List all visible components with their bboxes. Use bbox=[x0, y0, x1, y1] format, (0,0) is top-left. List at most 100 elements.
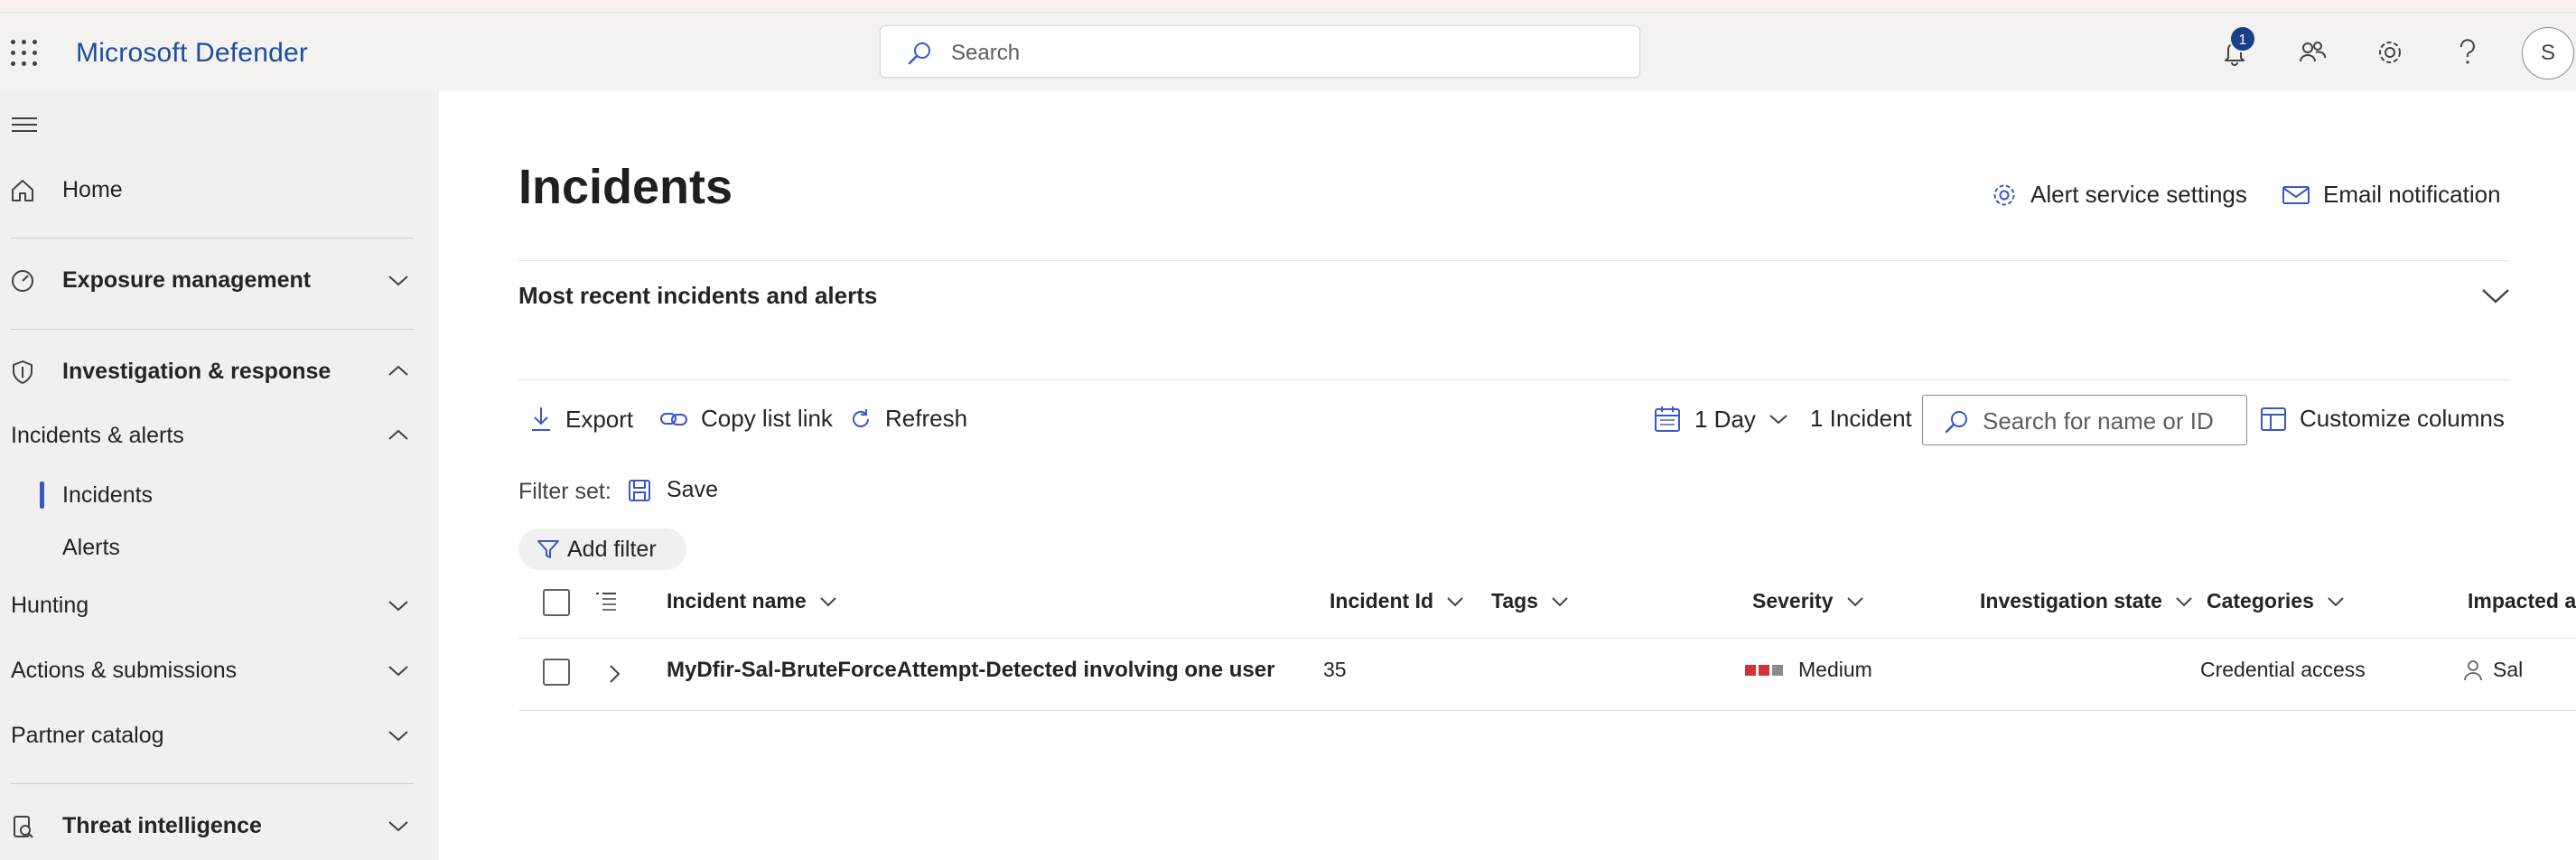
copy-list-link-label: Copy list link bbox=[701, 405, 833, 432]
chevron-up-icon bbox=[388, 429, 408, 440]
add-filter-button[interactable]: Add filter bbox=[518, 528, 686, 570]
column-header-investigation-state[interactable]: Investigation state bbox=[1980, 589, 2193, 613]
user-icon bbox=[2464, 659, 2482, 680]
top-banner-strip bbox=[0, 0, 2576, 13]
save-icon bbox=[629, 479, 650, 501]
people-icon[interactable] bbox=[2294, 34, 2330, 70]
refresh-icon bbox=[853, 408, 869, 427]
question-icon[interactable] bbox=[2450, 34, 2486, 70]
global-search-input[interactable]: Search bbox=[880, 25, 1640, 78]
gauge-icon bbox=[12, 270, 33, 292]
email-notification-button[interactable]: Email notification bbox=[2282, 181, 2501, 209]
incident-name[interactable]: MyDfir-Sal-BruteForceAttempt-Detected in… bbox=[667, 658, 1274, 683]
sidebar-item-alerts[interactable]: Alerts bbox=[0, 520, 439, 575]
chevron-down-icon bbox=[388, 821, 408, 832]
chevron-down-icon bbox=[388, 731, 408, 742]
sidebar-item-investigation-response[interactable]: Investigation & response bbox=[0, 344, 439, 398]
column-header-impacted-assets[interactable]: Impacted as bbox=[2468, 589, 2576, 613]
column-header-label: Severity bbox=[1752, 589, 1834, 612]
notification-badge: 1 bbox=[2229, 25, 2256, 52]
chevron-down-icon bbox=[1846, 596, 1863, 606]
sidebar-item-actions-submissions[interactable]: Actions & submissions bbox=[0, 643, 439, 697]
refresh-button[interactable]: Refresh bbox=[849, 405, 967, 433]
shield-icon bbox=[13, 360, 33, 384]
sidebar-item-label: Alerts bbox=[62, 534, 120, 560]
waffle-icon[interactable] bbox=[11, 40, 38, 67]
page-title: Incidents bbox=[518, 160, 733, 214]
chevron-down-icon bbox=[1447, 596, 1463, 606]
sidebar-item-label: Incidents bbox=[62, 481, 154, 508]
sidebar-item-incidents[interactable]: Incidents bbox=[0, 468, 439, 522]
sidebar-item-hunting[interactable]: Hunting bbox=[0, 578, 439, 632]
sidebar-item-exposure-management[interactable]: Exposure management bbox=[0, 253, 439, 307]
table-row-divider bbox=[518, 710, 2576, 711]
chevron-down-icon[interactable] bbox=[2480, 285, 2511, 305]
incident-categories: Credential access bbox=[2200, 658, 2366, 681]
export-label: Export bbox=[565, 405, 634, 433]
calendar-icon bbox=[1655, 407, 1680, 432]
row-checkbox[interactable] bbox=[543, 659, 570, 686]
email-notification-label: Email notification bbox=[2323, 181, 2501, 208]
sidebar-divider bbox=[11, 329, 414, 330]
copy-list-link-button[interactable]: Copy list link bbox=[659, 405, 833, 433]
severity-indicator bbox=[1745, 664, 1786, 676]
section-divider bbox=[518, 260, 2509, 261]
save-label: Save bbox=[667, 477, 718, 502]
column-header-categories[interactable]: Categories bbox=[2207, 589, 2345, 613]
sidebar-item-label: Investigation & response bbox=[62, 358, 331, 384]
list-view-icon[interactable] bbox=[594, 591, 618, 617]
incident-search-input[interactable]: Search for name or ID bbox=[1922, 395, 2247, 445]
column-header-label: Incident Id bbox=[1330, 589, 1433, 612]
chevron-down-icon bbox=[388, 276, 408, 286]
sidebar-item-incidents-alerts[interactable]: Incidents & alerts bbox=[0, 408, 439, 463]
chevron-up-icon bbox=[388, 365, 408, 376]
most-recent-section-toggle[interactable]: Most recent incidents and alerts bbox=[518, 282, 877, 310]
hamburger-icon[interactable] bbox=[11, 116, 38, 134]
chevron-down-icon bbox=[2328, 596, 2344, 606]
chevron-right-icon[interactable] bbox=[607, 663, 621, 685]
incident-id: 35 bbox=[1323, 658, 1347, 681]
select-all-checkbox[interactable] bbox=[543, 589, 570, 616]
avatar[interactable]: S bbox=[2522, 27, 2574, 79]
app-title[interactable]: Microsoft Defender bbox=[76, 38, 308, 69]
sidebar-item-label: Exposure management bbox=[62, 266, 312, 293]
save-filter-button[interactable]: Save bbox=[627, 477, 718, 503]
search-icon bbox=[908, 42, 930, 65]
chevron-down-icon bbox=[388, 601, 408, 612]
columns-icon bbox=[2261, 407, 2286, 431]
sidebar-item-home[interactable]: Home bbox=[0, 163, 439, 217]
incident-severity: Medium bbox=[1745, 658, 1872, 682]
column-header-label: Categories bbox=[2207, 589, 2314, 612]
gear-icon[interactable] bbox=[2372, 34, 2408, 70]
export-button[interactable]: Export bbox=[529, 405, 633, 434]
sidebar-item-label: Threat intelligence bbox=[62, 812, 262, 838]
incident-impacted-assets[interactable]: Sal bbox=[2462, 658, 2523, 682]
severity-label: Medium bbox=[1798, 658, 1872, 681]
home-icon bbox=[12, 180, 33, 201]
sidebar-item-label: Partner catalog bbox=[11, 722, 164, 748]
column-header-severity[interactable]: Severity bbox=[1752, 589, 1864, 613]
chevron-down-icon bbox=[2176, 596, 2192, 606]
search-icon bbox=[1945, 411, 1967, 434]
link-icon bbox=[660, 412, 687, 425]
column-header-incident-id[interactable]: Incident Id bbox=[1330, 589, 1464, 613]
chevron-down-icon bbox=[819, 596, 836, 606]
column-header-label: Investigation state bbox=[1980, 589, 2162, 612]
column-header-tags[interactable]: Tags bbox=[1491, 589, 1569, 613]
customize-columns-label: Customize columns bbox=[2300, 405, 2505, 432]
time-range-value: 1 Day bbox=[1694, 405, 1756, 433]
alert-service-settings-label: Alert service settings bbox=[2030, 181, 2247, 208]
section-divider bbox=[518, 379, 2509, 380]
sidebar-item-label: Hunting bbox=[11, 592, 89, 618]
search-placeholder: Search bbox=[951, 41, 1021, 65]
customize-columns-button[interactable]: Customize columns bbox=[2260, 405, 2505, 433]
sidebar-item-threat-intelligence[interactable]: Threat intelligence bbox=[0, 799, 439, 853]
time-range-dropdown[interactable]: 1 Day bbox=[1653, 405, 1801, 434]
sidebar-item-partner-catalog[interactable]: Partner catalog bbox=[0, 708, 439, 762]
add-filter-label: Add filter bbox=[567, 536, 657, 562]
column-header-incident-name[interactable]: Incident name bbox=[667, 589, 837, 613]
impacted-user-name: Sal bbox=[2493, 658, 2524, 681]
column-header-label: Impacted as bbox=[2468, 589, 2576, 612]
column-header-label: Tags bbox=[1491, 589, 1538, 612]
alert-service-settings-button[interactable]: Alert service settings bbox=[1991, 181, 2247, 209]
